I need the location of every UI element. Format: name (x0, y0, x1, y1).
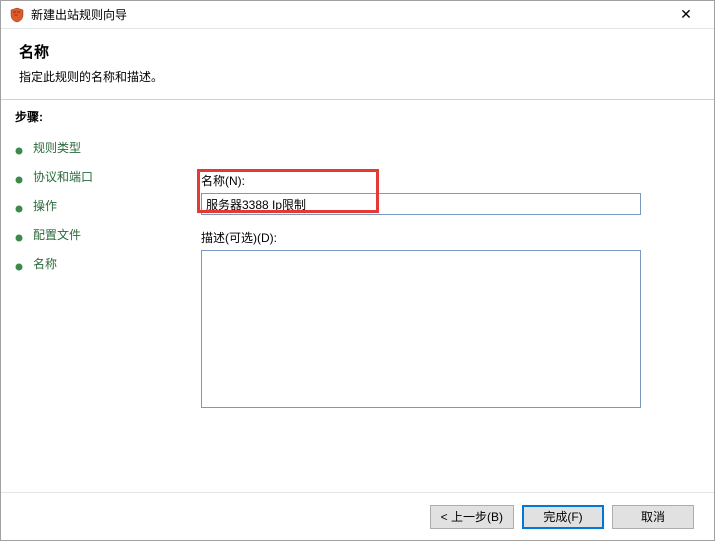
step-label: 配置文件 (33, 226, 81, 243)
finish-button[interactable]: 完成(F) (522, 505, 604, 529)
bullet-icon (15, 173, 23, 181)
header: 名称 指定此规则的名称和描述。 (1, 29, 714, 99)
wizard-window: 新建出站规则向导 ✕ 名称 指定此规则的名称和描述。 步骤: 规则类型 协议和端… (0, 0, 715, 541)
titlebar: 新建出站规则向导 ✕ (1, 1, 714, 29)
name-field-group: 名称(N): (201, 172, 674, 215)
window-title: 新建出站规则向导 (31, 6, 666, 23)
close-icon: ✕ (680, 6, 692, 23)
name-label: 名称(N): (201, 172, 674, 189)
bullet-icon (15, 260, 23, 268)
step-label: 协议和端口 (33, 168, 93, 185)
cancel-button[interactable]: 取消 (612, 505, 694, 529)
desc-textarea[interactable] (201, 250, 641, 408)
bullet-icon (15, 144, 23, 152)
step-profile[interactable]: 配置文件 (15, 220, 187, 249)
desc-field-group: 描述(可选)(D): (201, 229, 674, 411)
page-subtitle: 指定此规则的名称和描述。 (19, 68, 696, 85)
page-title: 名称 (19, 41, 696, 62)
firewall-icon (9, 7, 25, 23)
main-panel: 名称(N): 描述(可选)(D): (201, 100, 714, 492)
name-input[interactable] (201, 193, 641, 215)
bullet-icon (15, 231, 23, 239)
close-button[interactable]: ✕ (666, 2, 706, 28)
step-protocol-port[interactable]: 协议和端口 (15, 162, 187, 191)
back-button[interactable]: < 上一步(B) (430, 505, 514, 529)
sidebar: 步骤: 规则类型 协议和端口 操作 (1, 100, 201, 492)
step-action[interactable]: 操作 (15, 191, 187, 220)
steps-heading: 步骤: (15, 108, 187, 125)
step-rule-type[interactable]: 规则类型 (15, 133, 187, 162)
desc-label: 描述(可选)(D): (201, 229, 674, 246)
step-label: 规则类型 (33, 139, 81, 156)
content: 步骤: 规则类型 协议和端口 操作 (1, 100, 714, 492)
footer: < 上一步(B) 完成(F) 取消 (1, 492, 714, 540)
step-label: 名称 (33, 255, 57, 272)
bullet-icon (15, 202, 23, 210)
step-label: 操作 (33, 197, 57, 214)
step-name[interactable]: 名称 (15, 249, 187, 278)
